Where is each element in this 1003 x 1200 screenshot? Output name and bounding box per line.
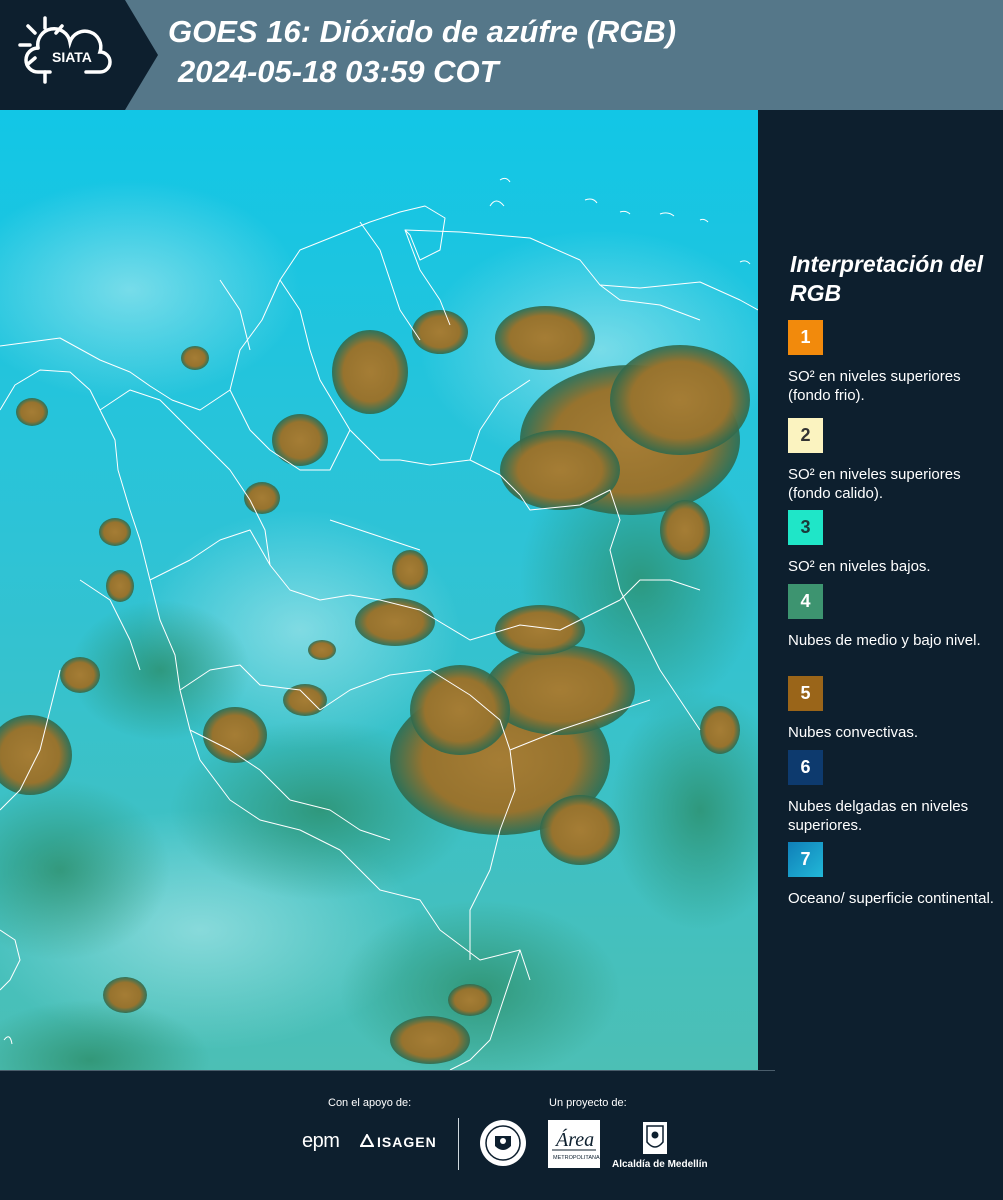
- legend-swatch-1: 1: [788, 320, 823, 355]
- footer-divider: [458, 1118, 459, 1170]
- legend-swatch-6: 6: [788, 750, 823, 785]
- legend-label-1: SO² en niveles superiores (fondo frio).: [788, 368, 961, 404]
- legend-label-4: Nubes de medio y bajo nivel.: [788, 632, 981, 649]
- medellin-seal-logo: [478, 1118, 528, 1173]
- isagen-logo: ISAGEN: [359, 1132, 437, 1150]
- legend-label-3: SO² en niveles bajos.: [788, 558, 931, 575]
- timestamp-title: 2024-05-18 03:59 COT: [178, 54, 499, 89]
- legend-swatch-3: 3: [788, 510, 823, 545]
- legend-swatch-4: 4: [788, 584, 823, 619]
- legend-label-5: Nubes convectivas.: [788, 724, 919, 741]
- svg-text:SIATA: SIATA: [52, 49, 92, 65]
- project-label: Un proyecto de:: [549, 1097, 627, 1109]
- legend-item-1: 1 SO² en niveles superiores (fondo frio)…: [788, 320, 998, 405]
- header-bar: SIATA GOES 16: Dióxido de azúfre (RGB) 2…: [0, 0, 1003, 110]
- legend-swatch-5: 5: [788, 676, 823, 711]
- rgb-legend: Interpretación del RGB 1 SO² en niveles …: [758, 110, 1003, 1070]
- footer-separator: [0, 1070, 775, 1071]
- svg-text:Área: Área: [554, 1128, 594, 1151]
- siata-logo: SIATA: [0, 0, 160, 110]
- legend-item-7: 7 Oceano/ superficie continental.: [788, 842, 998, 908]
- satellite-map: [0, 110, 758, 1070]
- alcaldia-logo-label: Alcaldía de Medellín: [612, 1159, 708, 1170]
- epm-logo: epm: [302, 1130, 340, 1152]
- page-title: GOES 16: Dióxido de azúfre (RGB): [168, 14, 677, 49]
- alcaldia-shield-icon: [641, 1120, 669, 1161]
- legend-item-3: 3 SO² en niveles bajos.: [788, 510, 998, 576]
- isagen-mark-icon: [359, 1132, 375, 1147]
- legend-label-7: Oceano/ superficie continental.: [788, 890, 994, 907]
- legend-label-2: SO² en niveles superiores (fondo calido)…: [788, 466, 961, 502]
- area-metropolitana-logo: Área METROPOLITANA: [548, 1120, 600, 1173]
- legend-label-6: Nubes delgadas en niveles superiores.: [788, 798, 969, 834]
- legend-title: Interpretación del RGB: [790, 251, 983, 306]
- satellite-image: [0, 110, 758, 1070]
- legend-item-6: 6 Nubes delgadas en niveles superiores.: [788, 750, 998, 835]
- footer: Con el apoyo de: Un proyecto de: epm ISA…: [0, 1070, 1003, 1200]
- legend-item-5: 5 Nubes convectivas.: [788, 676, 998, 742]
- legend-item-4: 4 Nubes de medio y bajo nivel.: [788, 584, 998, 650]
- legend-swatch-2: 2: [788, 418, 823, 453]
- support-label: Con el apoyo de:: [328, 1097, 412, 1109]
- legend-swatch-7: 7: [788, 842, 823, 877]
- svg-text:METROPOLITANA: METROPOLITANA: [553, 1155, 600, 1161]
- legend-item-2: 2 SO² en niveles superiores (fondo calid…: [788, 418, 998, 503]
